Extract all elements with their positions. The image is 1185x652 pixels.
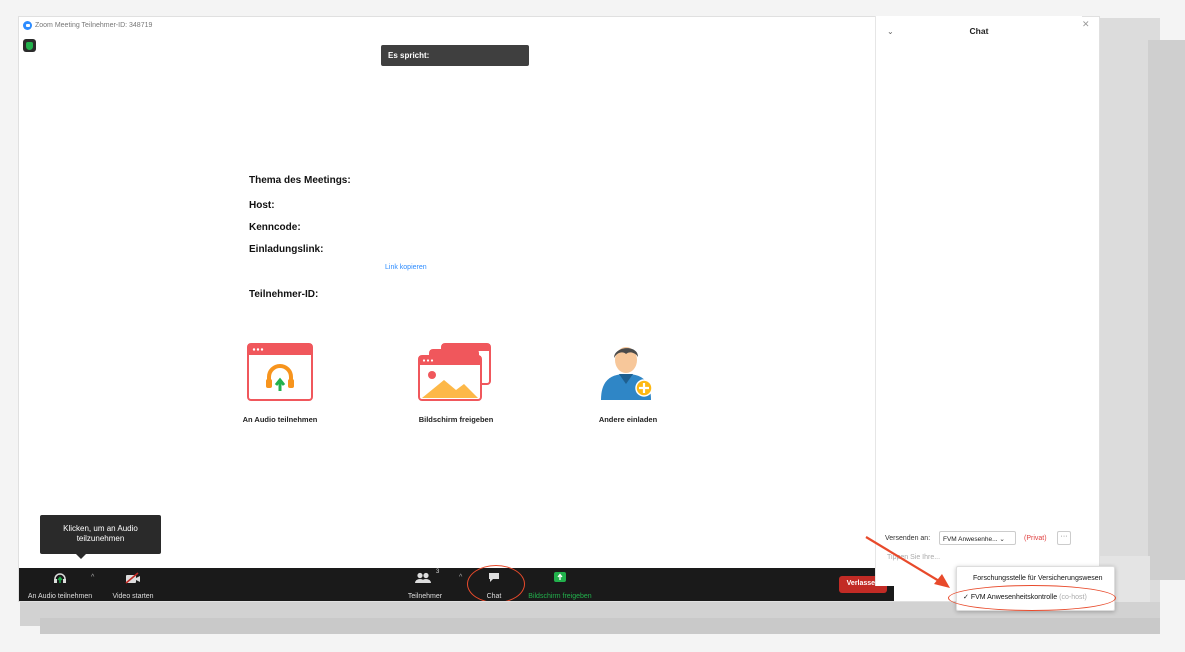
recipient-value: FVM Anwesenhe... [943,536,998,543]
annotation-circle-chat [467,565,525,601]
security-shield-icon[interactable] [23,39,36,52]
participants-options-caret-icon[interactable]: ^ [459,574,462,581]
start-video-label: Video starten [112,593,154,600]
tooltip-line: Klicken, um an Audio [63,524,138,533]
join-audio-label: An Audio teilnehmen [242,415,318,424]
join-audio-button[interactable]: An Audio teilnehmen [19,568,101,601]
video-off-icon [125,572,140,584]
chat-input[interactable]: Tippen Sie Ihre... [887,554,940,561]
passcode-label: Kenncode: [249,222,301,233]
audio-tooltip: Klicken, um an Audio teilzunehmen [40,515,161,559]
participants-count: 3 [436,569,440,575]
share-screen-label: Bildschirm freigeben [418,415,494,424]
headphones-icon [247,343,313,401]
share-screen-icon [418,343,491,401]
participants-button[interactable]: 3 Teilnehmer [399,568,451,601]
chevron-down-icon: ⌄ [999,536,1005,543]
invite-others-label: Andere einladen [598,415,658,424]
zoom-logo-icon [23,20,32,30]
dropdown-item-label: Forschungsstelle für Versicherungswesen [973,575,1103,582]
participants-icon [415,572,431,583]
share-screen-toolbar-label: Bildschirm freigeben [528,593,592,600]
participants-label: Teilnehmer [407,593,443,600]
chat-title: Chat [969,26,989,36]
recipient-select[interactable]: FVM Anwesenhe... ⌄ [939,531,1016,545]
dropdown-item[interactable]: Forschungsstelle für Versicherungswesen [957,575,1114,582]
host-label: Host: [249,200,275,211]
active-speaker-label: Es spricht: [381,45,529,66]
audio-options-caret-icon[interactable]: ^ [91,574,94,581]
participant-id-label: Teilnehmer-ID: [249,289,319,300]
meeting-toolbar: An Audio teilnehmen ^ Video starten 3 Te… [19,568,894,601]
start-video-button[interactable]: Video starten [107,568,159,601]
invite-link-label: Einladungslink: [249,244,324,255]
tooltip-line: teilzunehmen [76,534,125,543]
close-button[interactable]: ✕ [1082,19,1090,30]
share-screen-button[interactable]: Bildschirm freigeben [517,568,603,601]
send-to-label: Versenden an: [885,535,931,542]
background-block [40,618,1160,634]
background-block [1148,40,1185,580]
share-screen-small-icon [554,572,566,582]
join-audio-toolbar-label: An Audio teilnehmen [27,593,93,600]
meeting-topic-label: Thema des Meetings: [249,175,351,186]
invite-person-icon [601,347,653,400]
window-title: Zoom Meeting Teilnehmer-ID: 348719 [35,21,153,29]
private-label: (Privat) [1024,535,1047,542]
chat-panel: ⌄ Chat Versenden an: FVM Anwesenhe... ⌄ … [875,16,1082,586]
more-options-button[interactable]: ··· [1057,531,1071,545]
annotation-circle-recipient [948,585,1116,611]
headphones-small-icon [54,573,66,583]
copy-link[interactable]: Link kopieren [385,264,427,271]
